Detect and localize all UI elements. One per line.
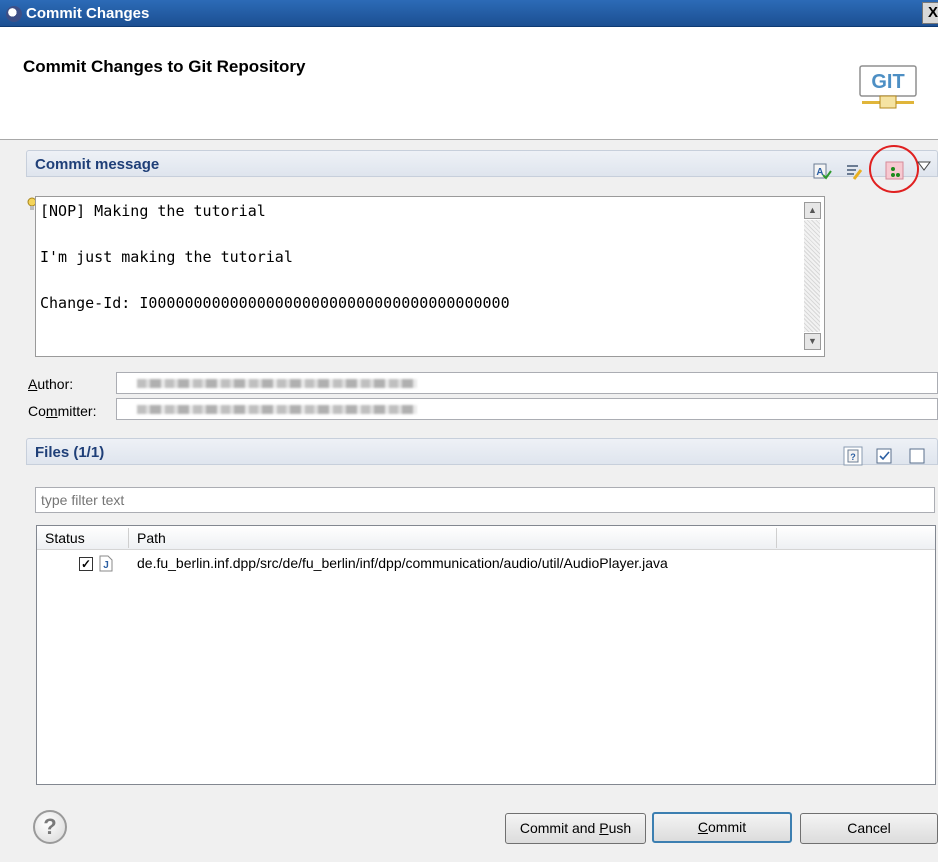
table-row[interactable]: ✓ J de.fu_berlin.inf.dpp/src/de/fu_berli… [37,552,935,574]
message-scrollbar-track[interactable] [804,220,820,332]
filter-field[interactable] [35,487,935,513]
column-header-status[interactable]: Status [45,530,85,546]
java-file-icon: J [99,555,113,572]
commit-message-section-header: Commit message [26,150,938,177]
committer-field[interactable] [116,398,938,420]
title-bar: Commit Changes X [0,0,938,27]
show-untracked-icon[interactable]: ? [843,446,863,466]
files-section-header: Files (1/1) [26,438,938,465]
filter-input[interactable] [36,488,934,512]
dropdown-arrow-icon[interactable] [916,160,932,172]
cancel-button[interactable]: Cancel [800,813,938,844]
highlight-circle [869,145,919,193]
window-title: Commit Changes [26,5,150,22]
column-header-path[interactable]: Path [137,530,166,546]
deselect-all-icon[interactable] [909,448,926,465]
message-line: [NOP] Making the tutorial [40,202,266,220]
commit-button[interactable]: Commit [652,812,792,843]
format-icon[interactable] [844,162,864,182]
dialog-title: Commit Changes to Git Repository [23,57,306,76]
scroll-up-button[interactable]: ▲ [804,202,821,219]
git-logo-icon: GIT [859,65,917,109]
spell-check-icon[interactable]: A [812,161,832,181]
table-header: Status Path [37,526,935,550]
scroll-down-button[interactable]: ▼ [804,333,821,350]
message-line: Change-Id: I0000000000000000000000000000… [40,294,510,312]
commit-and-push-button[interactable]: Commit and Push [505,813,646,844]
file-path: de.fu_berlin.inf.dpp/src/de/fu_berlin/in… [137,555,668,571]
select-all-icon[interactable] [876,448,893,465]
files-label: Files (1/1) [35,444,105,461]
help-button[interactable]: ? [33,810,67,844]
author-label: Author: [28,376,74,392]
committer-label: Committer: [28,403,97,419]
close-button[interactable]: X [922,2,938,24]
eclipse-icon [6,6,22,22]
commit-message-textarea[interactable]: [NOP] Making the tutorial I'm just makin… [35,196,825,357]
commit-message-label: Commit message [35,156,160,173]
file-checkbox[interactable]: ✓ [79,557,93,571]
svg-text:A: A [816,167,823,178]
files-table[interactable]: Status Path ✓ J de.fu_berlin.inf.dpp/src… [36,525,936,785]
author-field[interactable] [116,372,938,394]
message-line: I'm just making the tutorial [40,248,293,266]
svg-text:J: J [103,560,109,571]
git-logo-text: GIT [871,71,904,93]
svg-text:?: ? [850,452,856,462]
dialog-header: Commit Changes to Git Repository [0,27,938,140]
